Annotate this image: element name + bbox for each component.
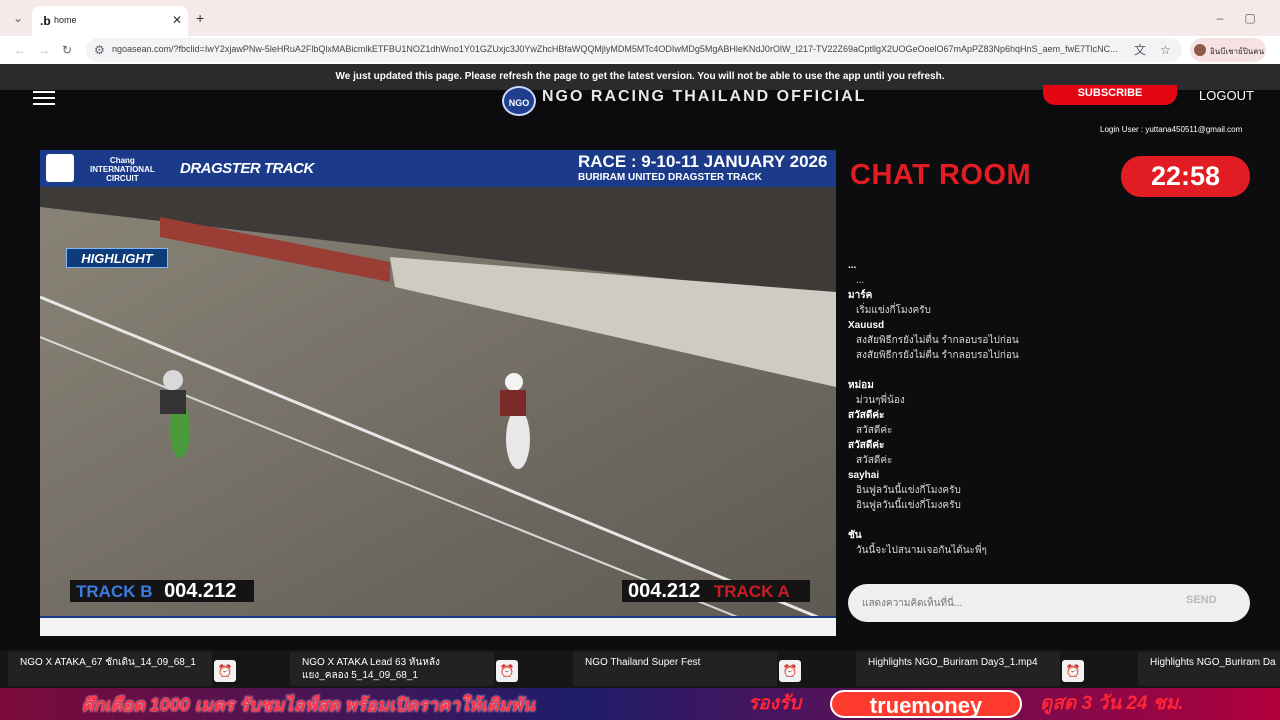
forward-icon[interactable]: → — [38, 44, 50, 56]
chat-username: ชัน — [848, 530, 862, 541]
subscribe-button[interactable]: SUBSCRIBE — [1043, 85, 1177, 105]
alarm-clock-icon[interactable]: ⏰ — [496, 660, 518, 682]
browser-tab[interactable]: .b home ✕ — [32, 6, 188, 36]
chat-username: หม่อม — [848, 380, 874, 391]
chat-messages: ...... มาร์คเริ่มแข่งกี่โมงครับ Xauusd สงสั… — [848, 258, 1228, 558]
profile-label: อินบีเชาย์ปินคน — [1210, 47, 1265, 56]
ticker-support-text: รองรับ — [748, 693, 802, 714]
track-b-timer: TRACK B 004.212 — [70, 580, 254, 602]
playlist-item-title: Highlights NGO_Buriram Da — [1150, 657, 1276, 668]
hamburger-menu-icon[interactable] — [33, 91, 55, 109]
back-icon[interactable]: ← — [14, 44, 26, 56]
chat-username: สวัสดีค่ะ — [848, 410, 885, 421]
site-logo[interactable]: NGO — [502, 86, 536, 116]
track-b-time: 004.212 — [164, 580, 237, 602]
browser-tab-bar: ⌄ .b home ✕ + – ▢ — [0, 0, 1280, 36]
playlist-item-title: NGO Thailand Super Fest — [585, 657, 701, 668]
avatar — [1194, 44, 1206, 56]
track-b-label: TRACK B — [76, 582, 153, 601]
chat-message-text: อินฟูลวันนี้แข่งกี่โมงครับ — [856, 500, 961, 511]
maximize-icon[interactable]: ▢ — [1244, 12, 1256, 24]
highlight-badge: HIGHLIGHT — [66, 248, 168, 268]
chat-username: สวัสดีค่ะ — [848, 440, 885, 451]
promo-ticker: ศึกเดือด 1000 เมตร รับชมไลฟ์สด พร้อมเปิด… — [0, 688, 1280, 720]
track-a-timer: 004.212 TRACK A — [622, 580, 810, 602]
tab-list-icon[interactable]: ⌄ — [12, 12, 24, 24]
playlist-item-title: NGO X ATAKA Lead 63 หันหลัง — [302, 657, 440, 668]
chat-username: Xauusd — [848, 320, 885, 331]
chat-username: ... — [848, 260, 857, 271]
new-tab-icon[interactable]: + — [196, 11, 204, 25]
playlist-item[interactable]: NGO X ATAKA_67 ชักเดิน_14_09_68_1 — [8, 652, 212, 686]
browser-address-bar: ← → ↻ ⚙ ngoasean.com/?fbclid=IwY2xjawPNw… — [0, 36, 1280, 64]
chat-message-text: วันนี้จะไปสนามเจอกันได้นะพี่ๆ — [856, 545, 987, 556]
chat-input-placeholder: แสดงความคิดเห็นที่นี่... — [862, 598, 963, 609]
logout-button[interactable]: LOGOUT — [1199, 88, 1254, 104]
chat-message-text: ม่วนๆพี่น้อง — [856, 395, 905, 406]
playlist-item-title: Highlights NGO_Buriram Day3_1.mp4 — [868, 657, 1038, 668]
chat-username: มาร์ค — [848, 290, 873, 301]
playlist-item-subtitle: แยง_คลอง 5_14_09_68_1 — [302, 670, 418, 681]
playlist-item[interactable]: Highlights NGO_Buriram Day3_1.mp4 — [856, 652, 1060, 686]
chat-input[interactable]: แสดงความคิดเห็นที่นี่... SEND — [848, 584, 1250, 622]
chat-message-text: เริ่มแข่งกี่โมงครับ — [856, 305, 931, 316]
race-title: RACE : 9-10-11 JANUARY 2026 — [578, 152, 828, 171]
ticker-end-text: ดูสด 3 วัน 24 ชม. — [1040, 693, 1184, 714]
track-a-time: 004.212 — [628, 580, 701, 602]
dragster-track-logo: DRAGSTER TRACK — [180, 160, 314, 177]
alarm-clock-icon[interactable]: ⏰ — [1062, 660, 1084, 682]
chang-circuit-logo: Chang INTERNATIONAL CIRCUIT — [90, 156, 155, 183]
url-text: ngoasean.com/?fbclid=IwY2xjawPNw-5leHRuA… — [112, 44, 1118, 54]
ticker-promo-text: ศึกเดือด 1000 เมตร รับชมไลฟ์สด พร้อมเปิด… — [82, 695, 535, 715]
send-button[interactable]: SEND — [1186, 594, 1217, 606]
playlist-item[interactable]: Highlights NGO_Buriram Da — [1138, 652, 1280, 686]
chat-room-title: CHAT ROOM — [850, 159, 1032, 191]
minimize-icon[interactable]: – — [1214, 12, 1226, 24]
playlist-item[interactable]: NGO Thailand Super Fest — [573, 652, 777, 686]
url-field[interactable]: ⚙ ngoasean.com/?fbclid=IwY2xjawPNw-5leHR… — [86, 38, 1182, 62]
chat-message-text: ... — [856, 275, 865, 286]
site-info-icon[interactable]: ⚙ — [94, 44, 105, 56]
truemoney-logo: truemoney — [830, 690, 1022, 718]
sponsor-logo — [46, 154, 74, 182]
countdown-timer: 22:58 — [1121, 156, 1250, 197]
site-header: NGO NGO RACING THAILAND OFFICIAL SUBSCRI… — [0, 85, 1280, 134]
race-subtitle: BURIRAM UNITED DRAGSTER TRACK — [578, 172, 762, 183]
chat-username: sayhai — [848, 470, 880, 481]
favicon-icon: .b — [40, 14, 51, 28]
playlist-item[interactable]: NGO X ATAKA Lead 63 หันหลังแยง_คลอง 5_14… — [290, 652, 494, 686]
translate-icon[interactable]: 文 — [1134, 44, 1146, 56]
playlist-item-title: NGO X ATAKA_67 ชักเดิน_14_09_68_1 — [20, 657, 196, 668]
site-title: NGO RACING THAILAND OFFICIAL — [542, 88, 867, 105]
chat-message-text: อินฟูลวันนี้แข่งกี่โมงครับ — [856, 485, 961, 496]
alarm-clock-icon[interactable]: ⏰ — [779, 660, 801, 682]
reload-icon[interactable]: ↻ — [62, 44, 72, 56]
tab-close-icon[interactable]: ✕ — [172, 14, 182, 26]
login-user-label: Login User : yuttana450511@gmail.com — [1100, 125, 1243, 134]
bookmark-star-icon[interactable]: ☆ — [1160, 44, 1171, 56]
race-info-bar: Chang INTERNATIONAL CIRCUIT DRAGSTER TRA… — [40, 150, 836, 187]
track-a-label: TRACK A — [713, 582, 790, 601]
alarm-clock-icon[interactable]: ⏰ — [214, 660, 236, 682]
sponsor-strip — [40, 616, 836, 636]
chat-message-text: สวัสดีค่ะ — [856, 455, 893, 466]
profile-chip[interactable]: อินบีเชาย์ปินคน — [1190, 38, 1266, 62]
chat-message-text: สงสัยพิธีกรยังไม่ตื่น รำกลอบรอไปก่อน — [856, 350, 1019, 361]
chat-message-text: สวัสดีค่ะ — [856, 425, 893, 436]
playlist-bar: NGO X ATAKA_67 ชักเดิน_14_09_68_1 ⏰ NGO X … — [0, 650, 1280, 688]
chat-message-text: สงสัยพิธีกรยังไม่ตื่น รำกลอบรอไปก่อน — [856, 335, 1019, 346]
video-player[interactable]: Chang INTERNATIONAL CIRCUIT DRAGSTER TRA… — [40, 150, 836, 636]
tab-title: home — [54, 15, 77, 25]
